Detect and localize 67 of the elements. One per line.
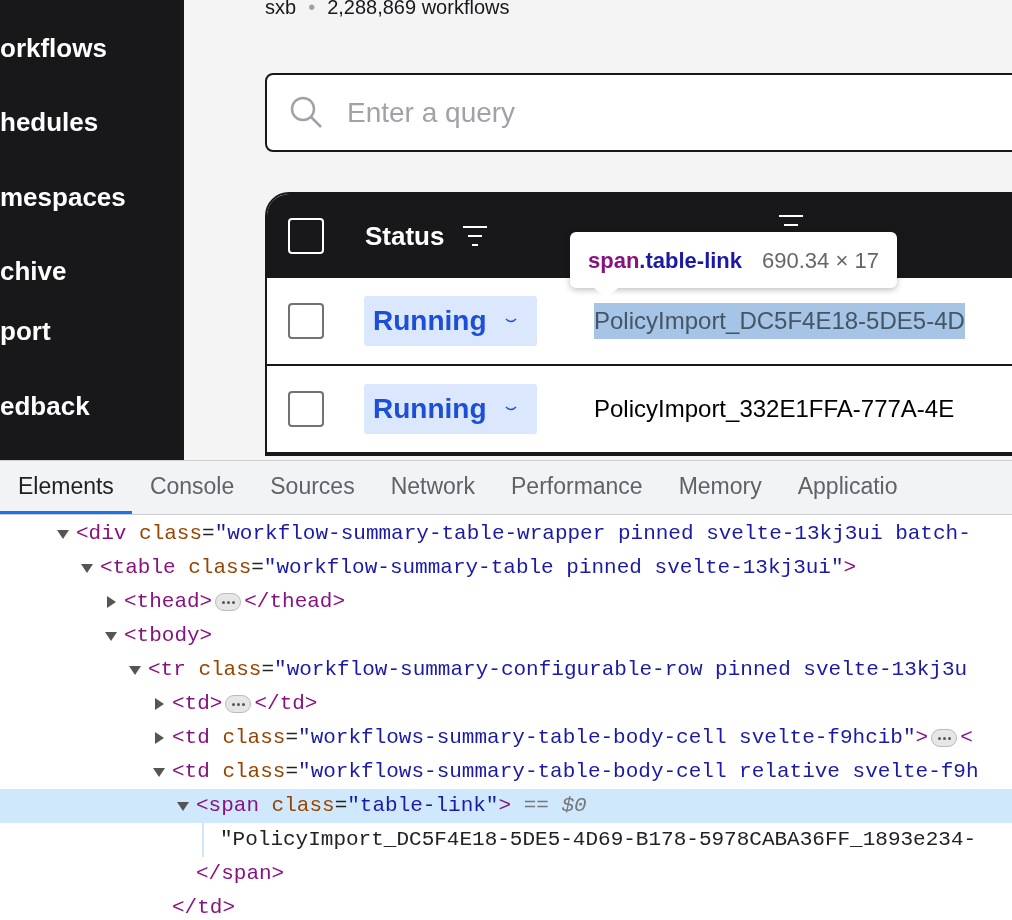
code-text: <tr class="workflow-summary-configurable-row pinned svelte-13kj3u <box>148 657 968 684</box>
devtools-tab[interactable]: Network <box>372 461 493 514</box>
caret-down-icon[interactable] <box>56 527 70 541</box>
code-text: <tbody> <box>124 623 213 650</box>
ellipsis-icon[interactable] <box>215 593 242 611</box>
sidebar-item[interactable]: edback <box>0 385 90 426</box>
caret-right-icon[interactable] <box>152 731 166 745</box>
code-text: <td> <box>172 691 223 718</box>
code-text: <thead> <box>124 589 213 616</box>
dom-tree-row[interactable]: <table class="workflow-summary-table pinned svelte-13kj3ui"> <box>0 551 1012 585</box>
caret-right-icon[interactable] <box>152 697 166 711</box>
caret-down-icon[interactable] <box>152 765 166 779</box>
caret-down-icon[interactable] <box>128 663 142 677</box>
search-icon <box>289 95 323 129</box>
code-text: </td> <box>254 691 318 718</box>
devtools-tab[interactable]: Performance <box>493 461 661 514</box>
dom-tree-row[interactable]: "PolicyImport_DC5F4E18-5DE5-4D69-B178-5978CABA36FF_1893e234- <box>0 823 1012 857</box>
code-text: "PolicyImport_DC5F4E18-5DE5-4D69-B178-5978CABA36FF_1893e234- <box>220 827 977 854</box>
sidebar-item[interactable]: port <box>0 311 51 352</box>
dom-tree-row[interactable]: <td> </td> <box>0 687 1012 721</box>
code-text: < <box>960 725 973 752</box>
checkbox[interactable] <box>288 391 324 427</box>
sidebar-item[interactable]: orkflows <box>0 28 107 68</box>
separator-dot: • <box>308 0 316 17</box>
dom-tree-row[interactable]: <tr class="workflow-summary-configurable-row pinned svelte-13kj3u <box>0 653 1012 687</box>
devtools-tab[interactable]: Elements <box>0 461 132 514</box>
dom-tree-row[interactable]: <span class="table-link"> == $0 <box>0 789 1012 823</box>
workflow-count: 2,288,869 workflows <box>327 0 510 17</box>
code-text: <table class="workflow-summary-table pinned svelte-13kj3ui"> <box>100 555 857 582</box>
search-field[interactable]: Enter a query <box>265 73 1012 152</box>
code-text: <div class="workflow-summary-table-wrapper pinned svelte-13kj3ui batch- <box>76 521 971 548</box>
caret-down-icon[interactable] <box>176 799 190 813</box>
code-text: </span> <box>196 861 285 888</box>
caret-down-icon[interactable] <box>80 561 94 575</box>
devtools-tab[interactable]: Sources <box>252 461 373 514</box>
status-badge: Running <box>364 296 537 346</box>
status-badge: Running <box>364 384 537 434</box>
sidebar-item[interactable]: chive <box>0 251 67 292</box>
sidebar-item[interactable]: hedules <box>0 102 99 143</box>
code-text: </td> <box>172 895 235 920</box>
arc-icon <box>504 318 517 324</box>
dom-tree-row[interactable]: <thead> </thead> <box>0 585 1012 619</box>
ellipsis-icon[interactable] <box>225 695 252 713</box>
workflow-id-link[interactable]: PolicyImport_332E1FFA-777A-4E <box>594 391 955 427</box>
column-header[interactable]: Status <box>365 216 445 256</box>
workflow-id-link[interactable]: PolicyImport_DC5F4E18-5DE5-4D <box>594 303 965 339</box>
code-text: <td class="workflows-summary-table-body-cell relative svelte-f9h <box>172 759 979 786</box>
devtools-tab[interactable]: Memory <box>660 461 780 514</box>
filter-icon[interactable] <box>462 225 489 247</box>
code-text: <td class="workflows-summary-table-body-cell svelte-f9hcib"> <box>172 725 929 752</box>
caret-right-icon[interactable] <box>104 595 118 609</box>
devtools-tab[interactable]: Console <box>131 461 253 514</box>
caret-down-icon[interactable] <box>104 629 118 643</box>
checkbox[interactable] <box>288 303 324 339</box>
element-selector: span.table-link <box>588 246 743 275</box>
dom-tree-row[interactable]: <td class="workflows-summary-table-body-cell svelte-f9hcib"> < <box>0 721 1012 755</box>
sidebar-item[interactable]: mespaces <box>0 176 126 217</box>
ellipsis-icon[interactable] <box>931 729 958 747</box>
devtools-tab[interactable]: Applicatio <box>779 461 916 514</box>
dom-tree-row[interactable]: <div class="workflow-summary-table-wrapper pinned svelte-13kj3ui batch- <box>0 517 1012 551</box>
element-size: 690.34 × 17 <box>762 246 879 275</box>
dom-tree-row[interactable]: <td class="workflows-summary-table-body-cell relative svelte-f9h <box>0 755 1012 789</box>
code-text: </thead> <box>244 589 346 616</box>
code-text: <span class="table-link"> == $0 <box>196 793 587 820</box>
arc-icon <box>504 406 517 412</box>
namespace-label: sxb <box>265 0 297 17</box>
dom-tree-row[interactable]: <tbody> <box>0 619 1012 653</box>
